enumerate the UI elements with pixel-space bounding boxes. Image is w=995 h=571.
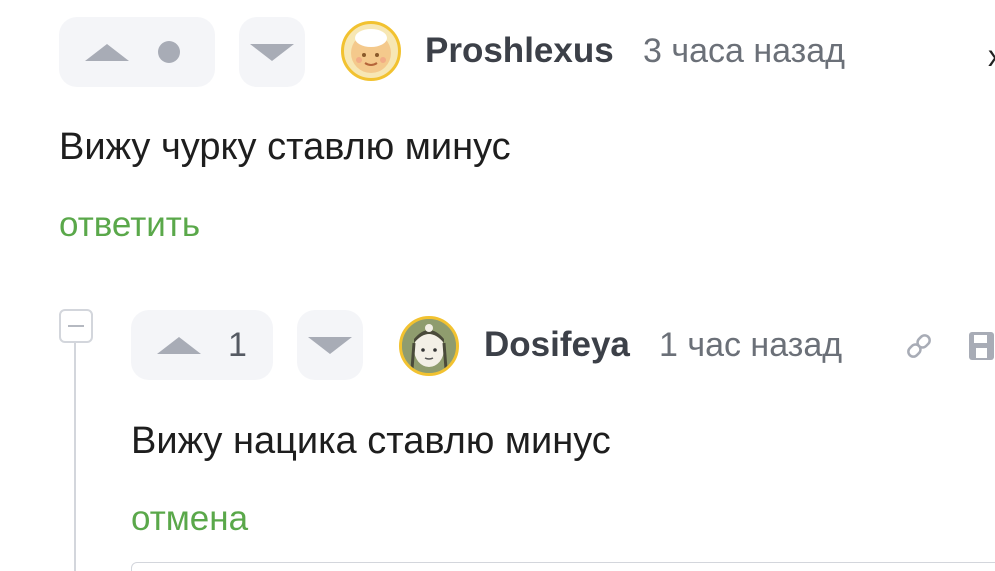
avatar[interactable] bbox=[341, 21, 401, 81]
username[interactable]: Proshlexus bbox=[425, 31, 614, 71]
upvote-icon[interactable] bbox=[157, 336, 201, 354]
downvote-icon bbox=[308, 336, 352, 354]
close-icon[interactable]: x bbox=[988, 40, 995, 74]
downvote-button[interactable] bbox=[297, 310, 363, 380]
comment-body: Вижу нацика ставлю минус bbox=[131, 420, 611, 462]
username[interactable]: Dosifeya bbox=[484, 325, 630, 365]
vote-up-pill bbox=[59, 17, 215, 87]
upvote-icon[interactable] bbox=[85, 43, 129, 61]
avatar-image bbox=[351, 29, 391, 73]
avatar[interactable] bbox=[399, 316, 459, 376]
reply-link[interactable]: ответить bbox=[59, 205, 200, 245]
collapse-thread-button[interactable] bbox=[59, 309, 93, 343]
comment-timestamp[interactable]: 3 часа назад bbox=[643, 32, 845, 71]
vote-neutral-dot bbox=[158, 41, 180, 63]
collapse-icon bbox=[68, 325, 84, 327]
downvote-icon bbox=[250, 43, 294, 61]
cancel-link[interactable]: отмена bbox=[131, 499, 248, 539]
thread-line[interactable] bbox=[74, 343, 76, 571]
comment-body: Вижу чурку ставлю минус bbox=[59, 126, 511, 168]
comment-thread: Proshlexus 3 часа назад x Вижу чурку ста… bbox=[0, 0, 995, 571]
downvote-button[interactable] bbox=[239, 17, 305, 87]
vote-up-pill: 1 bbox=[131, 310, 273, 380]
reply-input[interactable] bbox=[131, 562, 995, 571]
link-icon[interactable] bbox=[904, 331, 934, 361]
avatar-image bbox=[402, 319, 456, 373]
vote-count: 1 bbox=[228, 325, 247, 364]
comment-timestamp[interactable]: 1 час назад bbox=[659, 326, 842, 365]
save-icon[interactable] bbox=[968, 331, 995, 361]
